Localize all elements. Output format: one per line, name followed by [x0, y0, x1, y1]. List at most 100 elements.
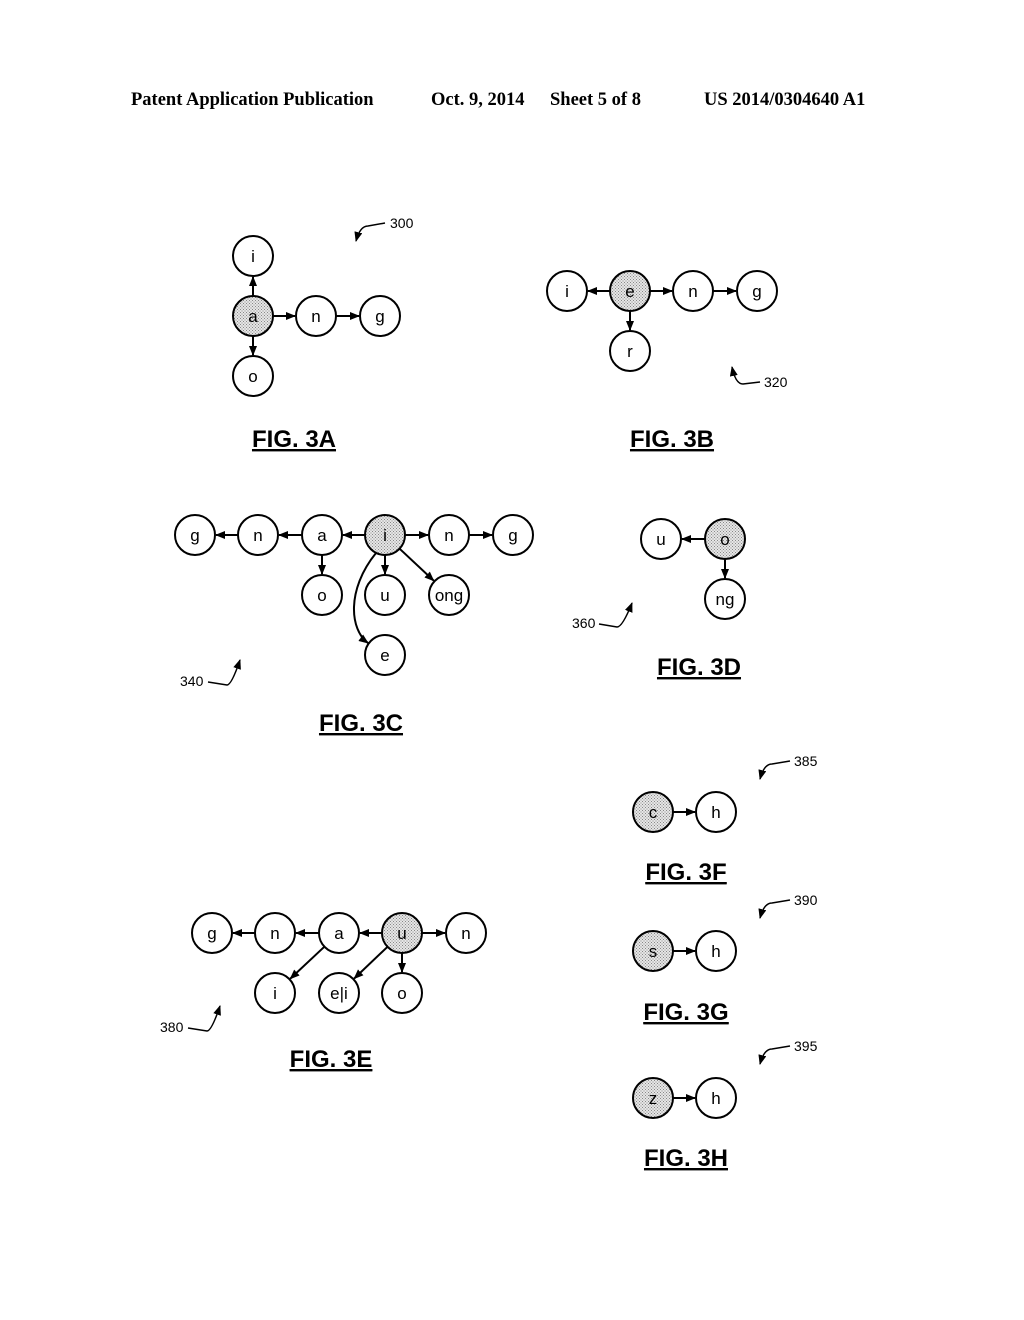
figure-sheet: ain go300FIG. 3Aei n gr320FIG. 3Biang n go u on…: [160, 215, 818, 1172]
figure-title: FIG. 3G: [643, 999, 728, 1026]
node-label: i: [565, 282, 569, 301]
node: r: [609, 330, 651, 372]
node: n: [254, 912, 296, 954]
node-label: s: [649, 942, 658, 961]
reference-numeral: 380: [160, 1019, 184, 1035]
node-label: h: [711, 942, 720, 961]
reference-numeral: 340: [180, 673, 204, 689]
node-label: o: [317, 586, 326, 605]
figure-3c: i a n g n g o u ong e 340 FIG. 3C: [174, 514, 534, 737]
node: h: [695, 1077, 737, 1119]
ref-leader-arrow: [187, 1005, 221, 1032]
node-label: g: [375, 307, 384, 326]
node-label: h: [711, 1089, 720, 1108]
root-node: i: [364, 514, 406, 556]
node: i: [546, 270, 588, 312]
root-node: e: [609, 270, 651, 312]
node-label: o: [397, 984, 406, 1003]
node: n: [428, 514, 470, 556]
ref-leader-arrow: [729, 366, 761, 385]
reference-numeral: 385: [794, 753, 818, 769]
root-node: c: [632, 791, 674, 833]
node-label: g: [207, 924, 216, 943]
figure-3a: a i n g o 300 FIG. 3A: [232, 215, 414, 453]
node: n: [237, 514, 279, 556]
node-label: a: [334, 924, 344, 943]
node-label: i: [251, 247, 255, 266]
node-label: e|i: [330, 984, 348, 1003]
node-label: h: [711, 803, 720, 822]
node-label: a: [317, 526, 327, 545]
node-label: c: [649, 803, 658, 822]
node-label: g: [752, 282, 761, 301]
node: o: [232, 355, 274, 397]
node: o: [301, 574, 343, 616]
node-label: e: [380, 646, 389, 665]
reference-numeral: 300: [390, 215, 414, 231]
edge-u-ei: [353, 946, 389, 980]
node-label: g: [190, 526, 199, 545]
node: u: [640, 518, 682, 560]
ref-leader-arrow: [758, 760, 791, 780]
node-label: u: [380, 586, 389, 605]
node-label: o: [248, 367, 257, 386]
ref-leader-arrow: [758, 899, 791, 919]
node-label: ong: [435, 586, 463, 605]
reference-numeral: 395: [794, 1038, 818, 1054]
root-node: u: [381, 912, 423, 954]
node-label: i: [383, 526, 387, 545]
figure-3h: z h 395 FIG. 3H: [632, 1038, 818, 1172]
node-label: n: [461, 924, 470, 943]
node: a: [318, 912, 360, 954]
node-label: u: [656, 530, 665, 549]
node-label: z: [649, 1089, 658, 1108]
figure-3d: o u ng 360 FIG. 3D: [572, 518, 746, 681]
figure-title: FIG. 3H: [644, 1145, 728, 1172]
node: o: [381, 972, 423, 1014]
node-label: r: [627, 342, 633, 361]
node-label: e: [625, 282, 634, 301]
node: n: [295, 295, 337, 337]
node: i: [254, 972, 296, 1014]
figure-title: FIG. 3E: [290, 1046, 373, 1073]
node-label: u: [397, 924, 406, 943]
ref-leader-arrow: [354, 222, 386, 242]
node: u: [364, 574, 406, 616]
node: a: [301, 514, 343, 556]
node: n: [672, 270, 714, 312]
node: h: [695, 791, 737, 833]
node: e: [364, 634, 406, 676]
node-label: a: [248, 307, 258, 326]
node: g: [191, 912, 233, 954]
figure-title: FIG. 3A: [252, 426, 336, 453]
reference-numeral: 360: [572, 615, 596, 631]
reference-numeral: 320: [764, 374, 788, 390]
node: g: [736, 270, 778, 312]
node: g: [492, 514, 534, 556]
node-label: o: [720, 530, 729, 549]
figure-3g: s h 390 FIG. 3G: [632, 892, 818, 1026]
node-label: ng: [716, 590, 735, 609]
root-node: a: [232, 295, 274, 337]
root-node: z: [632, 1077, 674, 1119]
node: n: [445, 912, 487, 954]
node: i: [232, 235, 274, 277]
figure-title: FIG. 3C: [319, 710, 403, 737]
node-label: n: [444, 526, 453, 545]
figure-3b: e i n g r 320 FIG. 3B: [546, 270, 788, 453]
edge-i-ong: [398, 547, 435, 582]
node: g: [174, 514, 216, 556]
figure-title: FIG. 3B: [630, 426, 714, 453]
figure-title: FIG. 3F: [645, 859, 726, 886]
root-node: o: [704, 518, 746, 560]
node: ng: [704, 578, 746, 620]
node: h: [695, 930, 737, 972]
node-label: g: [508, 526, 517, 545]
ref-leader-arrow: [207, 659, 241, 686]
figure-3f: c h 385 FIG. 3F: [632, 753, 818, 886]
reference-numeral: 390: [794, 892, 818, 908]
node-label: i: [273, 984, 277, 1003]
figure-3e: u a n g n i e|i o 380 FIG. 3E: [160, 912, 487, 1073]
node-label: n: [270, 924, 279, 943]
node-label: n: [688, 282, 697, 301]
